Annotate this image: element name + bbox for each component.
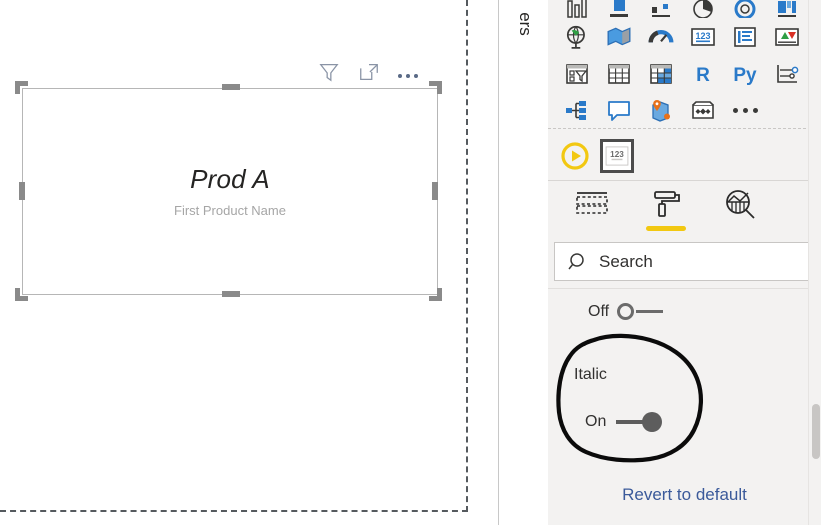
- gallery-row: [548, 0, 813, 18]
- power-apps-icon[interactable]: [682, 92, 724, 129]
- format-search-container: Search: [548, 235, 821, 288]
- resize-handle-left-middle[interactable]: [19, 182, 25, 200]
- analytics-tab[interactable]: [716, 182, 764, 233]
- scrollbar-thumb[interactable]: [812, 404, 820, 459]
- off-toggle[interactable]: [617, 302, 665, 322]
- resize-handle-right-middle[interactable]: [432, 182, 438, 200]
- visualization-gallery: 123 R Py: [548, 0, 813, 129]
- kpi-icon[interactable]: [766, 18, 808, 55]
- resize-handle-bottom-right[interactable]: [429, 288, 442, 301]
- format-pane-scrollbar[interactable]: [808, 0, 821, 525]
- filters-pane-collapsed[interactable]: ers: [498, 0, 550, 525]
- resize-handle-top-center[interactable]: [222, 84, 240, 90]
- pie-chart-icon[interactable]: [682, 0, 724, 18]
- pane-tabs: [548, 182, 821, 235]
- gauge-icon[interactable]: [640, 18, 682, 55]
- italic-toggle-knob: [642, 412, 663, 432]
- off-toggle-knob: [617, 303, 635, 320]
- donut-chart-icon[interactable]: [724, 0, 766, 18]
- gallery-row: R Py: [548, 55, 813, 92]
- card-value: Prod A: [190, 163, 270, 194]
- pane-divider: [548, 180, 821, 181]
- revert-to-default-row: Revert to default: [548, 480, 821, 510]
- card-icon[interactable]: 123: [682, 18, 724, 55]
- card-visual-content: Prod A First Product Name: [23, 89, 437, 294]
- get-more-visuals-icon[interactable]: [560, 141, 590, 171]
- slicer-icon[interactable]: [556, 55, 598, 92]
- key-influencers-icon[interactable]: [766, 55, 808, 92]
- italic-toggle[interactable]: [614, 411, 666, 433]
- on-toggle-label: On: [585, 413, 607, 430]
- visual-header-toolbar: [318, 58, 434, 86]
- gallery-row: [548, 92, 813, 129]
- fields-tab[interactable]: [568, 182, 616, 233]
- stacked-column-chart-icon[interactable]: [556, 0, 598, 18]
- search-icon: [568, 252, 584, 269]
- resize-handle-top-right[interactable]: [429, 81, 442, 94]
- resize-handle-top-left[interactable]: [15, 81, 28, 94]
- card-category-label: First Product Name: [174, 203, 286, 219]
- italic-property-label: Italic: [574, 366, 607, 383]
- off-toggle-label: Off: [588, 303, 610, 320]
- line-and-stacked-column-chart-icon[interactable]: [640, 0, 682, 18]
- revert-to-default-link[interactable]: Revert to default: [622, 485, 747, 505]
- power-bi-report-view: Prod A First Product Name ers 123 R Py 1…: [0, 0, 821, 525]
- svg-text:123: 123: [610, 150, 624, 159]
- search-divider: [548, 288, 821, 289]
- card-visual[interactable]: Prod A First Product Name: [22, 88, 438, 295]
- decomposition-tree-icon[interactable]: [556, 92, 598, 129]
- filter-icon[interactable]: [318, 61, 340, 83]
- multi-row-card-icon[interactable]: [724, 18, 766, 55]
- gallery-row: 123: [548, 18, 813, 55]
- canvas-boundary-right: [466, 0, 468, 512]
- tab-underline: [646, 226, 686, 231]
- gallery-separator: [548, 128, 821, 129]
- resize-handle-bottom-center[interactable]: [222, 291, 240, 297]
- filters-pane-label: ers: [516, 12, 535, 36]
- off-toggle-row: Off: [548, 298, 821, 326]
- qna-icon[interactable]: [598, 92, 640, 129]
- visualizations-pane: 123 R Py 123 Search Off Italic On Revert…: [548, 0, 821, 525]
- canvas-boundary-bottom: [0, 510, 468, 512]
- format-tab[interactable]: [642, 182, 690, 233]
- more-visuals-icon[interactable]: [724, 92, 766, 129]
- svg-text:R: R: [696, 65, 710, 86]
- filled-map-icon[interactable]: [598, 18, 640, 55]
- search-input[interactable]: Search: [554, 242, 815, 281]
- matrix-icon[interactable]: [640, 55, 682, 92]
- report-canvas[interactable]: Prod A First Product Name: [0, 0, 468, 525]
- focus-mode-icon[interactable]: [358, 61, 380, 83]
- analytics-magnifier-icon: [726, 190, 755, 219]
- tab-underline: [720, 226, 760, 231]
- map-icon[interactable]: [556, 18, 598, 55]
- search-input-value: Search: [599, 251, 653, 271]
- arcgis-map-icon[interactable]: [640, 92, 682, 129]
- card-visual-selected-icon[interactable]: 123: [600, 139, 634, 173]
- fields-icon: [576, 192, 608, 214]
- paint-roller-icon: [654, 191, 680, 217]
- tab-underline: [572, 226, 612, 231]
- off-toggle-track: [636, 310, 664, 313]
- table-icon[interactable]: [598, 55, 640, 92]
- svg-text:123: 123: [695, 31, 710, 41]
- stacked-bar-chart-icon[interactable]: [598, 0, 640, 18]
- italic-toggle-row: On: [548, 408, 821, 436]
- r-script-visual-icon[interactable]: R: [682, 55, 724, 92]
- svg-text:Py: Py: [733, 65, 757, 86]
- python-visual-icon[interactable]: Py: [724, 55, 766, 92]
- selected-visual-row: 123: [548, 132, 821, 180]
- more-options-icon[interactable]: [398, 57, 418, 87]
- resize-handle-bottom-left[interactable]: [15, 288, 28, 301]
- treemap-icon[interactable]: [766, 0, 808, 18]
